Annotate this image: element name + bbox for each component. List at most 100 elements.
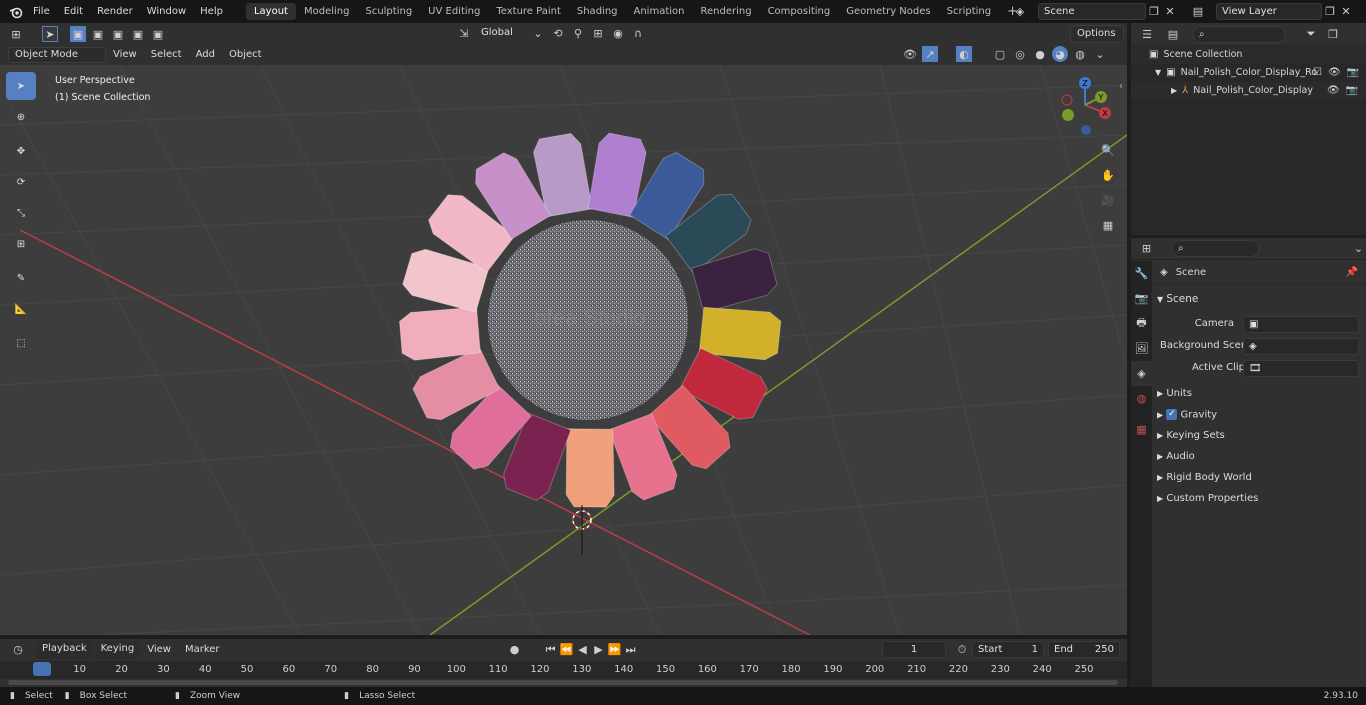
move-tool-icon[interactable]: ✥ xyxy=(6,137,36,165)
mode-new-icon[interactable]: ▣ xyxy=(70,26,86,42)
object-mode-dropdown[interactable]: Object Mode xyxy=(8,46,106,63)
menu-window[interactable]: Window xyxy=(140,0,193,23)
active-clip-field[interactable]: 🎞 xyxy=(1243,360,1359,377)
select-tool-icon[interactable]: ➤ xyxy=(42,26,58,42)
tab-texture-paint[interactable]: Texture Paint xyxy=(488,3,569,20)
tab-uv-editing[interactable]: UV Editing xyxy=(420,3,488,20)
properties-editor-icon[interactable]: ⊞ xyxy=(1139,241,1154,257)
section-rigid-body-world[interactable]: ▶ Rigid Body World xyxy=(1157,472,1252,483)
tab-rendering[interactable]: Rendering xyxy=(692,3,759,20)
tab-animation[interactable]: Animation xyxy=(626,3,693,20)
add-cube-tool-icon[interactable]: ⬚ xyxy=(6,329,36,357)
menu-render[interactable]: Render xyxy=(90,0,140,23)
timeline-editor-icon[interactable]: ◷ xyxy=(10,642,26,658)
proportional-edit-icon[interactable]: ◉ xyxy=(610,26,626,42)
orientation-dropdown[interactable]: Global xyxy=(476,25,526,42)
outliner-editor-icon[interactable]: ☰ xyxy=(1139,26,1155,42)
snap-target-icon[interactable]: ⊞ xyxy=(590,26,606,42)
end-frame-field[interactable]: End 250 xyxy=(1048,641,1120,658)
menu-file[interactable]: File xyxy=(26,0,57,23)
tab-modeling[interactable]: Modeling xyxy=(296,3,358,20)
filter-icon[interactable]: ⏷ xyxy=(1303,26,1319,42)
eye-icon[interactable]: 👁 xyxy=(1328,67,1341,78)
viewport-menu-select[interactable]: Select xyxy=(144,44,189,65)
scene-name-field[interactable]: Scene xyxy=(1038,3,1146,20)
timeline-ruler[interactable]: 1102030405060708090100110120130140150160… xyxy=(0,661,1127,679)
timeline-menu-view[interactable]: View xyxy=(140,639,178,660)
playback-dropdown[interactable]: Playback xyxy=(36,640,93,659)
current-frame-field[interactable]: 1 xyxy=(882,641,946,658)
overlay-icon[interactable]: ◐ xyxy=(956,46,972,62)
transform-tool-icon[interactable]: ⊞ xyxy=(6,230,36,258)
options-dropdown[interactable]: Options xyxy=(1070,25,1124,43)
xray-icon[interactable]: ▢ xyxy=(992,46,1008,62)
tab-sculpting[interactable]: Sculpting xyxy=(357,3,420,20)
scene-icon[interactable]: ◈ xyxy=(1012,4,1028,20)
scene-panel-header[interactable]: ▼ Scene xyxy=(1157,293,1198,305)
chevron-down-icon[interactable]: ⌄ xyxy=(1351,241,1366,257)
play-icon[interactable]: ▶ xyxy=(591,642,607,658)
pan-hand-icon[interactable]: ✋ xyxy=(1097,166,1119,184)
render-tab-icon[interactable]: 📷 xyxy=(1131,286,1152,311)
properties-search-input[interactable]: ⌕ xyxy=(1172,240,1259,257)
3d-viewport[interactable]: ofea Studio User Perspective (1) Scene C… xyxy=(0,65,1127,635)
next-keyframe-icon[interactable]: ⏩ xyxy=(607,642,623,658)
include-checkbox-icon[interactable]: ☑ xyxy=(1313,67,1322,78)
eye-icon[interactable]: 👁 xyxy=(1327,85,1340,96)
prev-keyframe-icon[interactable]: ⏪ xyxy=(559,642,575,658)
camera-icon[interactable]: 📷 xyxy=(1347,67,1359,78)
jump-end-icon[interactable]: ⏭ xyxy=(623,642,639,658)
solid-shading-icon[interactable]: ● xyxy=(1032,46,1048,62)
menu-edit[interactable]: Edit xyxy=(57,0,90,23)
timeline-menu-marker[interactable]: Marker xyxy=(178,639,227,660)
falloff-icon[interactable]: ∩ xyxy=(630,26,646,42)
outliner-item-collection[interactable]: ▼ ▣ Nail_Polish_Color_Display_Ro xyxy=(1155,67,1317,78)
expand-arrow-icon[interactable]: ▶ xyxy=(1171,86,1177,95)
mode-invert-icon[interactable]: ▣ xyxy=(130,26,146,42)
blender-logo-icon[interactable] xyxy=(6,4,26,20)
camera-view-icon[interactable]: 🎥 xyxy=(1097,191,1119,209)
rotate-tool-icon[interactable]: ⟳ xyxy=(6,168,36,196)
tab-compositing[interactable]: Compositing xyxy=(760,3,839,20)
viewport-menu-object[interactable]: Object xyxy=(222,44,269,65)
keying-dropdown[interactable]: Keying xyxy=(94,640,141,659)
camera-icon[interactable]: 📷 xyxy=(1346,85,1358,96)
section-audio[interactable]: ▶ Audio xyxy=(1157,451,1195,462)
start-frame-field[interactable]: Start 1 xyxy=(972,641,1044,658)
outliner-item-empty[interactable]: ▶ ⅄ Nail_Polish_Color_Display xyxy=(1171,85,1313,96)
shading-options-icon[interactable]: ⌄ xyxy=(1092,46,1108,62)
outliner-root[interactable]: ▣ Scene Collection xyxy=(1149,49,1242,60)
scene-tab-icon[interactable]: ◈ xyxy=(1131,361,1152,386)
copy-layer-icon[interactable]: ❐ xyxy=(1322,4,1338,20)
sidebar-toggle-icon[interactable]: ‹ xyxy=(1119,81,1123,92)
camera-field[interactable]: ▣ xyxy=(1243,316,1359,333)
snap-icon[interactable]: ⚲ xyxy=(570,26,586,42)
playhead[interactable] xyxy=(33,662,51,676)
tab-geometry-nodes[interactable]: Geometry Nodes xyxy=(838,3,938,20)
pin-icon[interactable]: 📌 xyxy=(1346,267,1358,278)
section-keying-sets[interactable]: ▶ Keying Sets xyxy=(1157,430,1225,441)
output-tab-icon[interactable]: 🖶 xyxy=(1131,311,1152,336)
wireframe-shading-icon[interactable]: ◎ xyxy=(1012,46,1028,62)
mode-subtract-icon[interactable]: ▣ xyxy=(110,26,126,42)
record-icon[interactable]: ● xyxy=(507,642,523,658)
outliner-search-input[interactable]: ⌕ xyxy=(1193,25,1285,43)
mode-extend-icon[interactable]: ▣ xyxy=(90,26,106,42)
jump-start-icon[interactable]: ⏮ xyxy=(543,642,559,658)
texture-tab-icon[interactable]: ▦ xyxy=(1131,417,1152,442)
material-shading-icon[interactable]: ◕ xyxy=(1052,46,1068,62)
close-layer-icon[interactable]: ✕ xyxy=(1338,4,1354,20)
display-mode-icon[interactable]: ▤ xyxy=(1165,26,1181,42)
copy-scene-icon[interactable]: ❐ xyxy=(1146,4,1162,20)
gizmo-icon[interactable]: ↗ xyxy=(922,46,938,62)
tab-layout[interactable]: Layout xyxy=(245,3,296,20)
view-layer-tab-icon[interactable]: 🖼 xyxy=(1131,336,1152,361)
view-layer-icon[interactable]: ▤ xyxy=(1190,4,1206,20)
section-gravity[interactable]: ▶ ✓ Gravity xyxy=(1157,409,1217,421)
annotate-tool-icon[interactable]: ✎ xyxy=(6,264,36,292)
section-units[interactable]: ▶ Units xyxy=(1157,388,1192,399)
expand-arrow-icon[interactable]: ▼ xyxy=(1155,68,1161,77)
rendered-shading-icon[interactable]: ◍ xyxy=(1072,46,1088,62)
play-reverse-icon[interactable]: ◀ xyxy=(575,642,591,658)
section-custom-properties[interactable]: ▶ Custom Properties xyxy=(1157,493,1258,504)
